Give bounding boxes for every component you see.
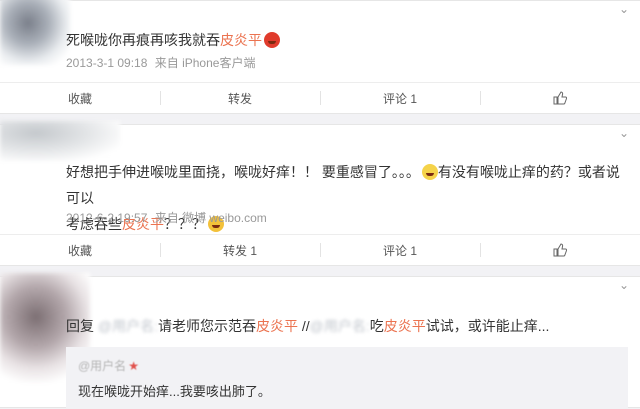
angry-emoji-icon <box>264 32 280 48</box>
post-text-line: 好想把手伸进喉咙里面挠，喉咙好痒！！ 要重感冒了。。。 有没有喉咙止痒的药？或者说… <box>66 159 620 211</box>
favorite-button[interactable]: 收藏 <box>0 83 160 113</box>
hashtag-link[interactable]: 皮炎平 <box>384 318 426 334</box>
blurred-username[interactable]: @用户名: <box>310 318 370 334</box>
reply-label: 回复 <box>66 318 94 334</box>
post-text-segment: 吃 <box>369 318 384 334</box>
crying-emoji-icon <box>421 164 438 180</box>
avatar[interactable] <box>0 121 120 161</box>
favorite-label: 收藏 <box>67 91 92 106</box>
comment-button[interactable]: 评论 1 <box>320 83 480 113</box>
quoted-post[interactable]: @用户名 ★ 现在喉咙开始痒...我要咳出肺了。 <box>66 347 628 409</box>
like-button[interactable] <box>480 83 640 113</box>
post-card: ⌄ 好想把手伸进喉咙里面挠，喉咙好痒！！ 要重感冒了。。。 有没有喉咙止痒的药？或… <box>0 121 640 266</box>
thumbs-up-icon <box>553 243 567 257</box>
action-bar: 收藏 转发 评论 1 <box>0 82 640 113</box>
action-bar: 收藏 转发 1 评论 1 <box>0 234 640 265</box>
post-text-segment: // <box>301 318 310 334</box>
post-timestamp[interactable]: 2013-3-1 09:18 <box>66 56 147 70</box>
thumbs-up-icon <box>553 91 567 105</box>
favorite-label: 收藏 <box>67 243 92 258</box>
repost-button[interactable]: 转发 1 <box>160 235 320 265</box>
post-text-segment: 好想把手伸进喉咙里面挠，喉咙好痒！！ 要重感冒了。。。 <box>66 164 420 180</box>
post-card: ⌄ 死喉咙你再痕再咳我就吞皮炎平 2013-3-1 09:18 来自 iPhon… <box>0 0 640 114</box>
post-meta: 2013-3-1 09:18 来自 iPhone客户端 <box>66 54 255 71</box>
chevron-down-icon[interactable]: ⌄ <box>618 127 630 139</box>
post-text-segment: 请老师您示范吞 <box>158 318 256 334</box>
quoted-user[interactable]: @用户名 ★ <box>78 357 139 374</box>
comment-button[interactable]: 评论 1 <box>320 235 480 265</box>
post-source: 来自 iPhone客户端 <box>154 56 256 70</box>
quoted-text: 现在喉咙开始痒...我要咳出肺了。 <box>78 384 271 399</box>
hashtag-link[interactable]: 皮炎平 <box>256 318 298 334</box>
post-timestamp[interactable]: 2012-6-2 19:57 <box>66 211 147 225</box>
chevron-down-icon[interactable]: ⌄ <box>618 279 630 291</box>
blurred-username[interactable]: @用户名: <box>98 318 158 334</box>
hashtag-link[interactable]: 皮炎平 <box>220 32 262 48</box>
avatar[interactable] <box>0 0 70 65</box>
like-button[interactable] <box>480 235 640 265</box>
post-meta: 2012-6-2 19:57 来自 微博 weibo.com <box>66 209 267 226</box>
favorite-button[interactable]: 收藏 <box>0 235 160 265</box>
post-text-segment: 试试，或许能止痒... <box>425 318 550 334</box>
comment-label: 评论 1 <box>382 243 417 258</box>
post-text: 死喉咙你再痕再咳我就吞皮炎平 <box>66 27 620 53</box>
post-text: 回复 @用户名:请老师您示范吞皮炎平 //@用户名:吃皮炎平试试，或许能止痒..… <box>66 313 620 339</box>
quoted-username[interactable]: @用户名 <box>78 359 126 373</box>
post-text-segment: 死喉咙你再痕再咳我就吞 <box>66 32 220 48</box>
repost-label: 转发 <box>227 91 252 106</box>
chevron-down-icon[interactable]: ⌄ <box>618 3 630 15</box>
post-source: 来自 微博 weibo.com <box>154 211 267 225</box>
repost-button[interactable]: 转发 <box>160 83 320 113</box>
repost-label: 转发 1 <box>222 243 257 258</box>
comment-label: 评论 1 <box>382 91 417 106</box>
star-badge-icon: ★ <box>128 359 139 373</box>
post-card: ⌄ 回复 @用户名:请老师您示范吞皮炎平 //@用户名:吃皮炎平试试，或许能止痒… <box>0 273 640 409</box>
